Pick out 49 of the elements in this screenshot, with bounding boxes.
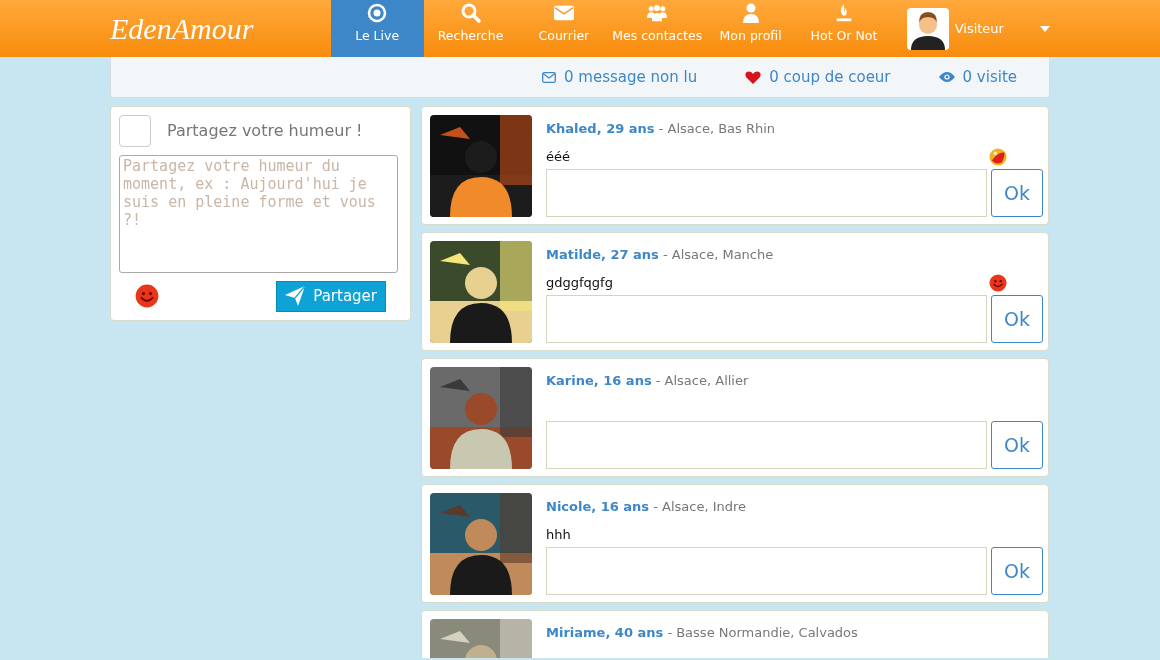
mood-field[interactable]: Partagez votre humeur du moment, ex : Aujourd'hui je suis en pleine forme et vous ?! [119, 155, 398, 273]
nav-tab[interactable]: Courrier [517, 0, 611, 57]
nav-tab[interactable]: Hot Or Not [797, 0, 891, 57]
smiley-icon [989, 273, 1007, 292]
stat-link[interactable]: 0 visite [938, 65, 1017, 89]
post-message: gdggfqgfg [546, 274, 613, 292]
logo[interactable]: EdenAmour [110, 6, 331, 51]
location-text: - Alsace, Indre [652, 499, 747, 514]
location-text: - Alsace, Bas Rhin [657, 121, 776, 136]
author-link[interactable]: Miriame, 40 ans [546, 625, 664, 640]
post-message: ééé [546, 148, 570, 166]
envelope-icon [542, 71, 557, 83]
people-icon [647, 3, 668, 24]
location-text: - Basse Normandie, Calvados [666, 625, 858, 640]
comment-field[interactable] [546, 295, 987, 343]
paper-plane-icon [285, 286, 306, 307]
eye-icon [938, 72, 955, 82]
nav-tab[interactable]: Mes contactes [610, 0, 704, 57]
nav-tab[interactable]: Le Live [330, 0, 424, 57]
location-text: - Alsace, Allier [654, 373, 749, 388]
target-icon [367, 3, 388, 24]
nav-tab[interactable]: Mon profil [703, 0, 798, 57]
stat-link[interactable]: 0 message non lu [542, 65, 698, 89]
person-icon [740, 3, 761, 24]
post-message: hhh [546, 526, 571, 544]
ok-button[interactable]: Ok [991, 547, 1043, 595]
search-icon [460, 3, 481, 24]
caret-icon [1039, 25, 1050, 32]
author-link[interactable]: Karine, 16 ans [546, 373, 652, 388]
nav-tab[interactable]: Recherche [423, 0, 518, 57]
ok-button[interactable]: Ok [991, 169, 1043, 217]
photo-placeholder [119, 115, 151, 147]
comment-field[interactable] [546, 421, 987, 469]
stat-link[interactable]: 0 coup de coeur [745, 65, 891, 89]
author-link[interactable]: Nicole, 16 ans [546, 499, 650, 514]
ball-icon [989, 147, 1007, 166]
panel-title: Partagez votre humeur ! [167, 120, 363, 142]
comment-field[interactable] [546, 547, 987, 595]
ok-button[interactable]: Ok [991, 295, 1043, 343]
avatar-icon [906, 7, 949, 50]
smiley-icon [135, 284, 159, 309]
comment-field[interactable] [546, 169, 987, 217]
share-button[interactable]: Partager [276, 281, 386, 312]
author-link[interactable]: Khaled, 29 ans [546, 121, 655, 136]
location-text: - Alsace, Manche [661, 247, 774, 262]
user-menu[interactable]: Visiteur [906, 7, 1050, 50]
ok-button[interactable]: Ok [991, 421, 1043, 469]
author-link[interactable]: Matilde, 27 ans [546, 247, 659, 262]
heart-icon [745, 70, 762, 84]
